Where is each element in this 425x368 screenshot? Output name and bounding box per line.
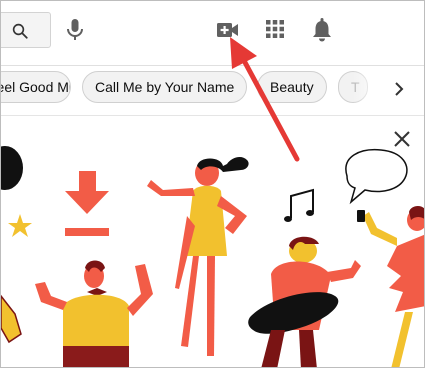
microphone-icon[interactable] <box>65 18 85 42</box>
chip-feel-good-music[interactable]: Feel Good Music <box>1 71 71 103</box>
banner-illustration <box>1 146 424 367</box>
chip-bar: Feel Good Music Call Me by Your Name Bea… <box>1 65 424 107</box>
chip-call-me-by-your-name[interactable]: Call Me by Your Name <box>82 71 248 103</box>
search-button[interactable] <box>1 12 51 48</box>
chip-fade <box>353 70 383 104</box>
close-icon[interactable] <box>392 129 412 149</box>
bell-icon[interactable] <box>312 18 332 42</box>
search-icon <box>12 23 28 39</box>
apps-grid-icon[interactable] <box>266 20 284 38</box>
chevron-right-icon[interactable] <box>386 76 412 102</box>
chip-label: Call Me by Your Name <box>95 79 235 95</box>
chip-label: Beauty <box>270 79 314 95</box>
video-create-icon[interactable] <box>217 22 239 38</box>
chip-beauty[interactable]: Beauty <box>257 71 327 103</box>
youtube-window: Feel Good Music Call Me by Your Name Bea… <box>0 0 425 368</box>
chip-label: Feel Good Music <box>1 79 70 95</box>
top-bar <box>1 1 424 59</box>
